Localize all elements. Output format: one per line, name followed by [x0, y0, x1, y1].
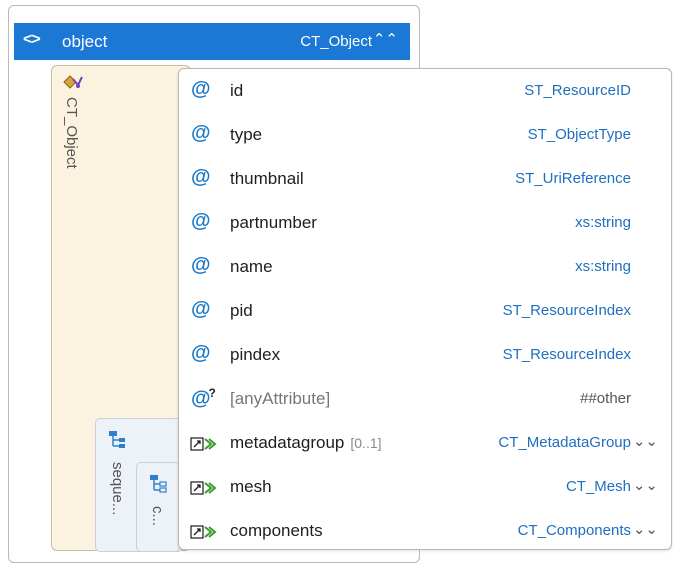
attribute-name: type	[230, 125, 263, 144]
expand-chevron-icon[interactable]: ⌄⌄	[633, 476, 658, 494]
element-row-mesh[interactable]: mesh CT_Mesh ⌄⌄	[179, 465, 671, 509]
attribute-name: [anyAttribute]	[230, 389, 331, 408]
attribute-row-pindex[interactable]: @ pindex ST_ResourceIndex	[179, 333, 671, 377]
element-row-metadatagroup[interactable]: metadatagroup [0..1] CT_MetadataGroup ⌄⌄	[179, 421, 671, 465]
attribute-row-partnumber[interactable]: @ partnumber xs:string	[179, 201, 671, 245]
element-type: CT_Mesh	[565, 478, 631, 495]
element-row-components[interactable]: components CT_Components ⌄⌄	[179, 509, 671, 553]
element-name: components	[230, 521, 323, 540]
expand-chevron-icon[interactable]: ⌄⌄	[633, 520, 658, 538]
attribute-icon: @	[191, 210, 211, 232]
element-ref-icon	[190, 525, 217, 539]
collapse-chevron-icon[interactable]: ⌃⌃	[373, 30, 398, 48]
attribute-name: name	[230, 257, 273, 276]
element-type: CT_MetadataGroup	[498, 434, 631, 451]
attribute-type: ST_UriReference	[515, 170, 631, 187]
attribute-icon: @	[191, 122, 211, 144]
attribute-type: ST_ResourceIndex	[502, 346, 631, 363]
attribute-row-pid[interactable]: @ pid ST_ResourceIndex	[179, 289, 671, 333]
attribute-name: thumbnail	[230, 169, 304, 188]
attribute-name: pid	[230, 301, 253, 320]
choice-box[interactable]: c...	[136, 462, 180, 552]
complex-type-icon	[63, 75, 83, 89]
complex-type-label: CT_Object	[63, 97, 80, 169]
cardinality-label: [0..1]	[350, 435, 382, 451]
attribute-icon: @	[191, 342, 211, 364]
attribute-name: id	[230, 81, 244, 100]
attribute-type: ST_ResourceID	[524, 82, 631, 99]
attribute-type: xs:string	[575, 258, 631, 275]
expand-chevron-icon[interactable]: ⌄⌄	[633, 432, 658, 450]
attribute-name: pindex	[230, 345, 281, 364]
attribute-type: ST_ObjectType	[527, 126, 631, 143]
attribute-row-thumbnail[interactable]: @ thumbnail ST_UriReference	[179, 157, 671, 201]
element-code-icon: <>	[23, 31, 41, 48]
attribute-icon: @	[191, 166, 211, 188]
attribute-icon: @	[191, 78, 211, 100]
attribute-row-name[interactable]: @ name xs:string	[179, 245, 671, 289]
element-header[interactable]: <> object CT_Object ⌃⌃	[14, 23, 410, 60]
attribute-row-id[interactable]: @ id ST_ResourceID	[179, 69, 671, 113]
element-name: mesh	[230, 477, 272, 496]
attribute-icon: @	[191, 298, 211, 320]
attribute-row-type[interactable]: @ type ST_ObjectType	[179, 113, 671, 157]
attributes-panel: @ id ST_ResourceID @ type ST_ObjectType …	[178, 68, 672, 550]
element-title: object	[62, 32, 108, 51]
attribute-name: partnumber	[230, 213, 317, 232]
element-type-label: CT_Object	[300, 33, 372, 50]
element-ref-icon	[190, 481, 217, 495]
element-name: metadatagroup [0..1]	[230, 433, 382, 452]
attribute-row-anyattribute[interactable]: @? [anyAttribute] ##other	[179, 377, 671, 421]
choice-label: c...	[149, 506, 166, 527]
choice-icon	[150, 475, 167, 493]
sequence-icon	[109, 431, 125, 448]
any-attribute-icon: @?	[191, 386, 216, 410]
element-ref-icon	[190, 437, 217, 451]
attribute-type: xs:string	[575, 214, 631, 231]
attribute-icon: @	[191, 254, 211, 276]
sequence-label: seque...	[109, 462, 126, 516]
element-type: CT_Components	[517, 522, 631, 539]
attribute-type: ##other	[580, 390, 631, 407]
attribute-type: ST_ResourceIndex	[502, 302, 631, 319]
